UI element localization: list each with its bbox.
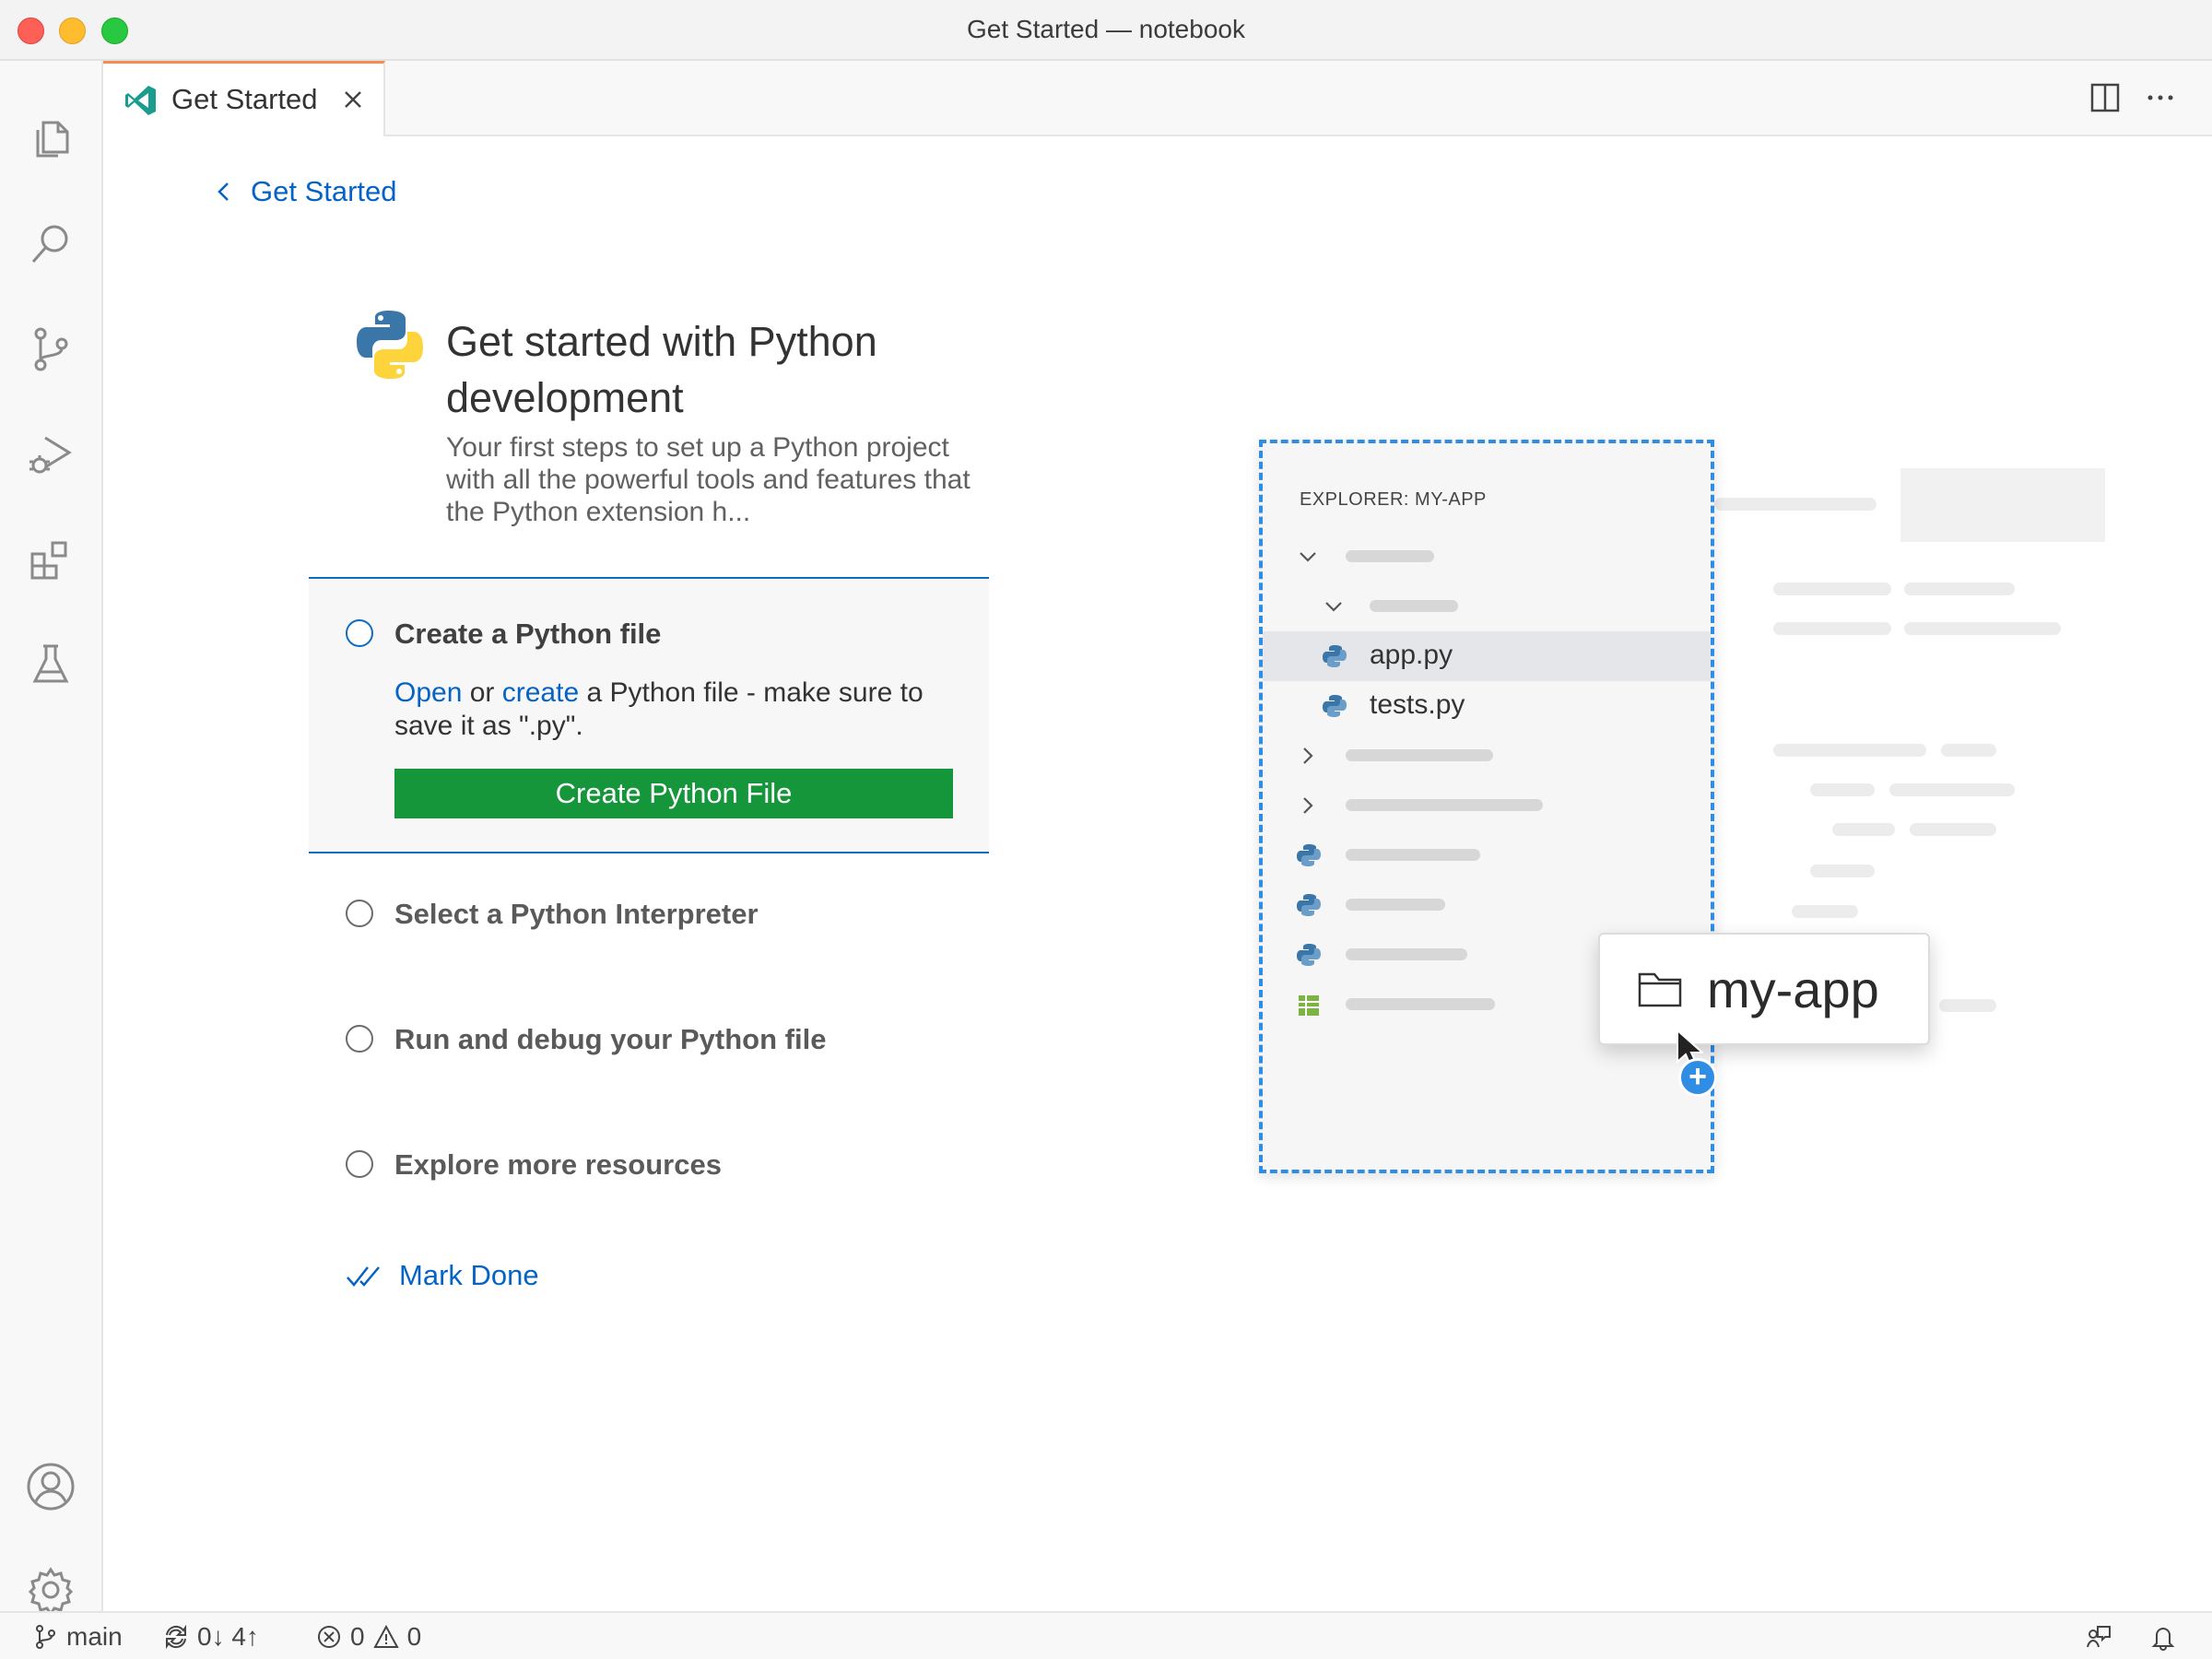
step-title: Select a Python Interpreter bbox=[394, 898, 759, 930]
python-logo-icon bbox=[357, 311, 423, 379]
step-create-python-file[interactable]: Create a Python file Open or create a Py… bbox=[309, 577, 989, 853]
feedback-icon bbox=[2087, 1626, 2111, 1648]
python-file-icon bbox=[1297, 844, 1321, 866]
tab-label: Get Started bbox=[171, 83, 318, 115]
status-bar: main 0↓ 4↑ 0 0 bbox=[0, 1611, 2212, 1659]
drag-folder-label: my-app bbox=[1598, 933, 1930, 1045]
window-title: Get Started — notebook bbox=[967, 15, 1245, 43]
sync-counts: 0↓ 4↑ bbox=[197, 1622, 259, 1651]
more-actions-icon[interactable] bbox=[2142, 79, 2179, 116]
explorer-drop-target: EXPLORER: MY-APP app.py tests.py bbox=[1259, 440, 1714, 1173]
create-file-link[interactable]: create bbox=[502, 677, 579, 708]
tree-row bbox=[1263, 880, 1711, 930]
file-name: tests.py bbox=[1370, 689, 1465, 720]
notifications-button[interactable] bbox=[2149, 1620, 2177, 1653]
add-badge-icon: + bbox=[1678, 1058, 1717, 1097]
explorer-title: EXPLORER: MY-APP bbox=[1300, 489, 1487, 510]
tree-row-tests-py: tests.py bbox=[1263, 681, 1711, 731]
chevron-down-icon bbox=[1325, 602, 1342, 612]
title-bar: Get Started — notebook bbox=[0, 0, 2212, 61]
extensions-icon[interactable] bbox=[20, 529, 81, 590]
tree-row bbox=[1263, 582, 1711, 631]
back-to-get-started-link[interactable]: Get Started bbox=[214, 175, 397, 208]
account-icon[interactable] bbox=[20, 1456, 81, 1517]
open-file-link[interactable]: Open bbox=[394, 677, 462, 708]
python-file-icon bbox=[1297, 894, 1321, 916]
run-debug-icon[interactable] bbox=[20, 424, 81, 485]
create-python-file-button[interactable]: Create Python File bbox=[394, 769, 953, 818]
chevron-right-icon bbox=[1303, 797, 1313, 814]
step-description: Open or create a Python file - make sure… bbox=[394, 677, 924, 741]
step-radio[interactable] bbox=[346, 1150, 373, 1178]
page-subtitle: Your first steps to set up a Python proj… bbox=[446, 432, 971, 527]
bell-icon bbox=[2151, 1628, 2175, 1651]
error-icon bbox=[318, 1626, 340, 1648]
step-radio[interactable] bbox=[346, 619, 373, 647]
search-icon[interactable] bbox=[20, 214, 81, 275]
split-editor-icon[interactable] bbox=[2087, 79, 2124, 116]
testing-icon[interactable] bbox=[20, 634, 81, 695]
python-file-icon bbox=[1323, 645, 1347, 667]
editor-tab-bar: Get Started bbox=[103, 61, 2212, 136]
mark-done-link[interactable]: Mark Done bbox=[346, 1259, 539, 1292]
activity-bar bbox=[0, 61, 103, 1616]
git-branch-icon bbox=[36, 1625, 55, 1649]
sync-icon bbox=[166, 1624, 186, 1650]
branch-indicator[interactable]: main bbox=[31, 1620, 123, 1653]
step-radio[interactable] bbox=[346, 1025, 373, 1053]
file-name: app.py bbox=[1370, 640, 1453, 670]
double-check-icon bbox=[347, 1266, 380, 1287]
tree-row-app-py: app.py bbox=[1263, 631, 1711, 681]
step-title: Run and debug your Python file bbox=[394, 1023, 827, 1055]
python-file-icon bbox=[1297, 944, 1321, 966]
drag-folder-name: my-app bbox=[1707, 959, 1879, 1018]
chevron-down-icon bbox=[1300, 552, 1316, 562]
back-link-label: Get Started bbox=[251, 175, 397, 207]
explorer-icon[interactable] bbox=[20, 109, 81, 170]
spreadsheet-file-icon bbox=[1299, 995, 1319, 1016]
branch-name: main bbox=[66, 1622, 123, 1651]
step-title: Create a Python file bbox=[394, 618, 662, 650]
mark-done-label: Mark Done bbox=[399, 1259, 539, 1291]
sync-indicator[interactable]: 0↓ 4↑ bbox=[162, 1620, 259, 1653]
warning-count: 0 bbox=[406, 1622, 422, 1651]
error-count: 0 bbox=[350, 1622, 365, 1651]
tree-row bbox=[1263, 532, 1711, 582]
problems-indicator[interactable]: 0 0 bbox=[315, 1620, 421, 1653]
tab-get-started[interactable]: Get Started bbox=[103, 61, 385, 136]
warning-icon bbox=[372, 1624, 399, 1648]
source-control-icon[interactable] bbox=[20, 319, 81, 380]
step-radio[interactable] bbox=[346, 900, 373, 927]
feedback-button[interactable] bbox=[2085, 1620, 2112, 1653]
tree-row bbox=[1263, 830, 1711, 880]
page-title: Get started with Python development bbox=[446, 318, 877, 421]
tree-row bbox=[1263, 731, 1711, 781]
step-title: Explore more resources bbox=[394, 1148, 722, 1181]
vscode-logo-icon bbox=[125, 86, 156, 115]
chevron-right-icon bbox=[1303, 747, 1313, 764]
close-icon[interactable] bbox=[339, 86, 367, 113]
chevron-left-icon bbox=[218, 182, 229, 201]
folder-icon bbox=[1638, 972, 1682, 1007]
tree-row bbox=[1263, 781, 1711, 830]
python-file-icon bbox=[1323, 695, 1347, 717]
